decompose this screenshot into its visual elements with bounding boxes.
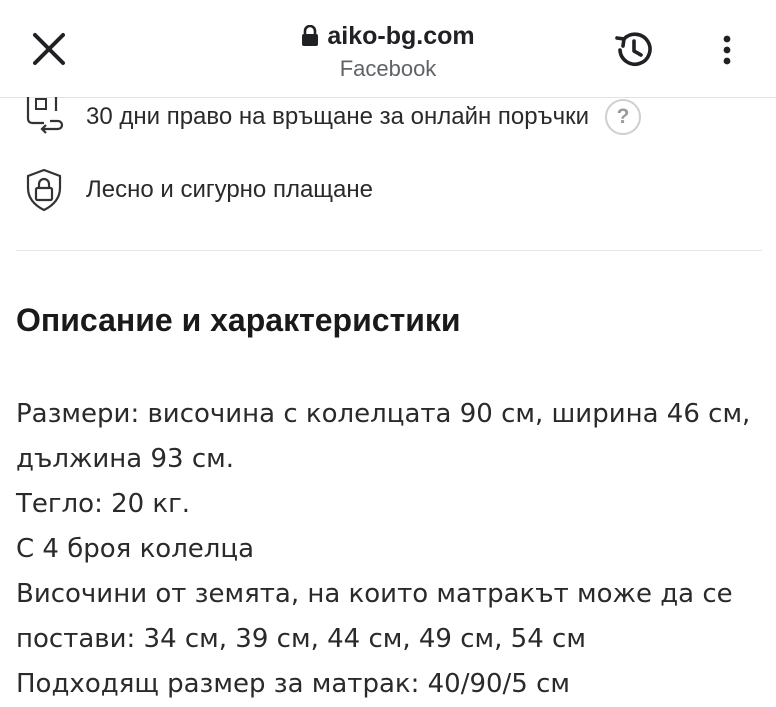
feature-payment: Лесно и сигурно плащане xyxy=(22,168,373,212)
close-button[interactable] xyxy=(28,28,70,70)
more-vert-icon xyxy=(723,35,731,65)
return-box-icon xyxy=(22,95,66,139)
url-line: aiko-bg.com xyxy=(238,20,538,52)
url-box[interactable]: aiko-bg.com Facebook xyxy=(238,20,538,83)
description-line: Тегло: 20 кг. xyxy=(16,489,191,519)
feature-returns-label: 30 дни право на връщане за онлайн поръчк… xyxy=(86,103,590,130)
close-icon xyxy=(33,33,65,65)
feature-payment-label: Лесно и сигурно плащане xyxy=(86,176,373,203)
product-description: Размери: височина с колелцата 90 см, шир… xyxy=(16,392,756,707)
description-line: Размери: височина с колелцата 90 см, шир… xyxy=(16,399,751,474)
description-line: Подходящ размер за матрак: 40/90/5 см xyxy=(16,669,571,699)
url-source: Facebook xyxy=(339,56,437,81)
help-button[interactable]: ? xyxy=(605,99,642,135)
feature-returns: 30 дни право на връщане за онлайн поръчк… xyxy=(22,95,642,139)
lock-icon xyxy=(302,25,319,46)
secure-payment-icon xyxy=(22,168,66,212)
browser-top-bar: aiko-bg.com Facebook xyxy=(0,0,776,98)
more-options-button[interactable] xyxy=(712,30,742,70)
history-button[interactable] xyxy=(610,26,658,74)
section-title: Описание и характеристики xyxy=(16,302,461,338)
url-domain: aiko-bg.com xyxy=(327,21,475,50)
section-divider xyxy=(16,250,762,251)
history-icon xyxy=(615,32,652,67)
description-line: С 4 броя колелца xyxy=(16,534,255,564)
description-line: Височини от земята, на които матракът мо… xyxy=(16,579,733,654)
